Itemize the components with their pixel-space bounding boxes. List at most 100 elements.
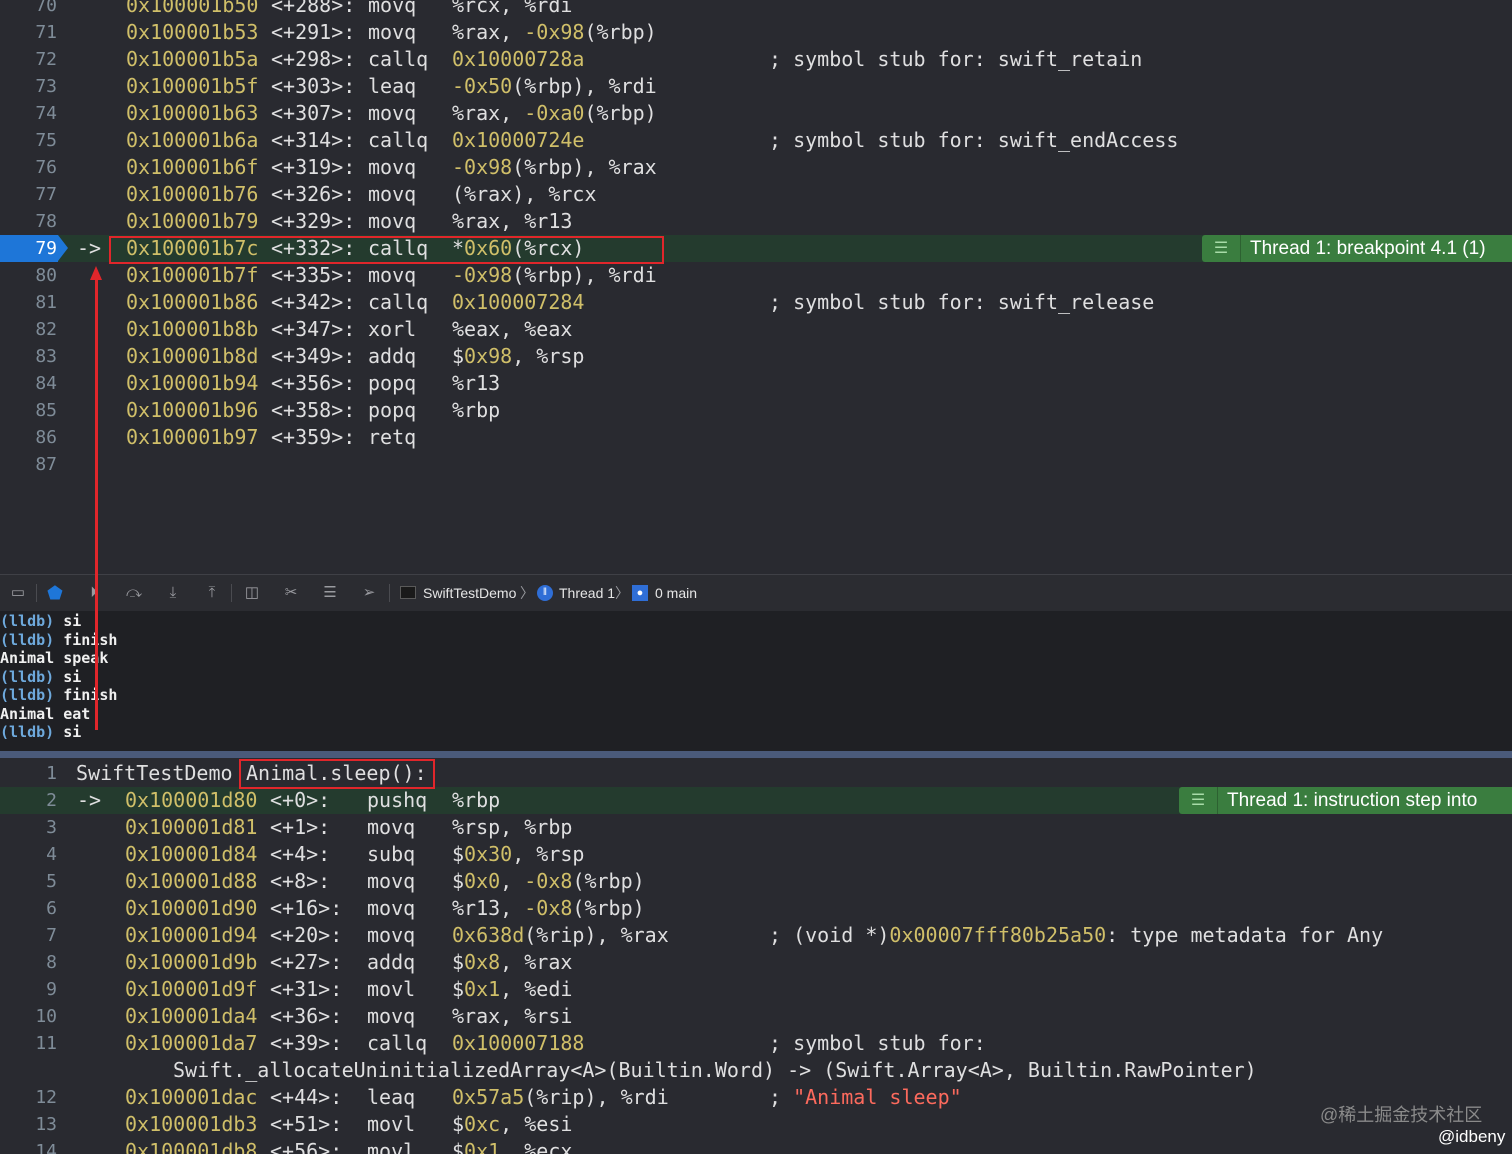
line-number: 12 <box>35 1087 57 1108</box>
instruction-offset: <+51>: <box>270 1112 343 1136</box>
code-line[interactable]: 74 0x100001b63 <+307>: movq %rax, -0xa0(%rbp… <box>0 100 1512 127</box>
instruction-address: 0x100001d9f <box>125 977 258 1001</box>
hide-debug-area-icon[interactable]: ▭ <box>8 584 28 602</box>
annotation-arrow-line <box>95 278 98 730</box>
code-line[interactable]: Swift._allocateUninitializedArray<A>(Bui… <box>0 1057 1512 1084</box>
memory-graph-icon[interactable]: ✂ <box>281 584 301 602</box>
simulate-location-icon[interactable]: ➢ <box>359 584 379 602</box>
status-list-icon[interactable]: ☰ <box>1202 235 1241 262</box>
annotation-box-function-name <box>239 759 435 789</box>
code-line[interactable]: 85 0x100001b96 <+358>: popq %rbp <box>0 397 1512 424</box>
instruction-address: 0x100001d84 <box>125 842 258 866</box>
instruction-operands: %rbp <box>452 787 500 814</box>
instruction-operands: 0x10000724e <box>452 127 584 154</box>
code-line[interactable]: 78 0x100001b79 <+329>: movq %rax, %r13 <box>0 208 1512 235</box>
line-number: 9 <box>46 979 57 1000</box>
code-line[interactable]: 13 0x100001db3 <+51>: movl $0xc, %esi <box>0 1111 1512 1138</box>
breadcrumb-process[interactable]: SwiftTestDemo <box>423 584 516 602</box>
instruction-operands: $0x8, %rax <box>452 949 572 976</box>
status-list-icon[interactable]: ☰ <box>1179 787 1218 814</box>
instruction-mnemonic: movl <box>367 1112 416 1136</box>
instruction-operands-part: 0x30 <box>464 842 513 866</box>
breakpoints-active-icon[interactable]: ⬟ <box>45 584 65 602</box>
instruction-offset: <+4>: <box>270 842 331 866</box>
code-line[interactable]: 4 0x100001d84 <+4>: subq $0x30, %rsp <box>0 841 1512 868</box>
console-prompt: (lldb) <box>0 686 55 704</box>
code-line[interactable]: 3 0x100001d81 <+1>: movq %rsp, %rbp <box>0 814 1512 841</box>
instruction-operands-part: $ <box>452 842 465 866</box>
code-line[interactable]: 70 0x100001b50 <+288>: movq %rcx, %rdi <box>0 0 1512 19</box>
code-line[interactable]: 83 0x100001b8d <+349>: addq $0x98, %rsp <box>0 343 1512 370</box>
code-line[interactable]: 12 0x100001dac <+44>: leaq 0x57a5(%rip), %rd… <box>0 1084 1512 1111</box>
line-number: 74 <box>35 103 57 124</box>
code-line[interactable]: 10 0x100001da4 <+36>: movq %rax, %rsi <box>0 1003 1512 1030</box>
instruction-operands-part: -0x8 <box>524 869 573 893</box>
function-header: 1 SwiftTestDemo Animal.sleep(): <box>0 760 1512 787</box>
step-into-icon[interactable]: ⤓ <box>163 584 183 602</box>
code-line[interactable]: 75 0x100001b6a <+314>: callq 0x10000724e ; sy… <box>0 127 1512 154</box>
view-hierarchy-icon[interactable]: ◫ <box>242 584 262 602</box>
breadcrumb-thread[interactable]: Thread 1 <box>559 584 615 602</box>
instruction-operands-part: %rax, <box>452 20 525 44</box>
code-line[interactable]: 81 0x100001b86 <+342>: callq 0x100007284 ; sy… <box>0 289 1512 316</box>
instruction-comment-part: ; symbol stub for: swift_release <box>769 290 1155 314</box>
code-line[interactable]: 5 0x100001d88 <+8>: movq $0x0, -0x8(%rbp) <box>0 868 1512 895</box>
instruction-offset: <+319>: <box>271 155 356 179</box>
line-number: 76 <box>35 157 57 178</box>
instruction-mnemonic: xorl <box>368 317 417 341</box>
code-line[interactable]: 84 0x100001b94 <+356>: popq %r13 <box>0 370 1512 397</box>
step-over-icon[interactable]: ⤼ <box>124 584 144 602</box>
instruction-operands-part: (%rax), %rcx <box>452 182 597 206</box>
instruction-address: 0x100001db3 <box>125 1112 258 1136</box>
code-line[interactable]: 11 0x100001da7 <+39>: callq 0x100007188 ; sym… <box>0 1030 1512 1057</box>
instruction-address: 0x100001da7 <box>125 1031 258 1055</box>
top-disassembly-pane[interactable]: 70 0x100001b50 <+288>: movq %rcx, %rdi 71 0x10… <box>0 0 1512 574</box>
instruction-operands-part: $ <box>452 1112 465 1136</box>
console-line: Animal eat <box>0 705 90 723</box>
code-line[interactable]: 77 0x100001b76 <+326>: movq (%rax), %rcx <box>0 181 1512 208</box>
breadcrumb-separator: 〉 <box>615 585 629 601</box>
step-status-badge[interactable]: ☰ Thread 1: instruction step into <box>1179 787 1512 814</box>
instruction-operands-part: -0x98 <box>524 20 585 44</box>
code-line[interactable]: 73 0x100001b5f <+303>: leaq -0x50(%rbp), %rd… <box>0 73 1512 100</box>
code-line[interactable]: 71 0x100001b53 <+291>: movq %rax, -0x98(%rbp… <box>0 19 1512 46</box>
toolbar-divider <box>231 584 232 602</box>
instruction-mnemonic: callq <box>368 290 429 314</box>
environment-overrides-icon[interactable]: ☰ <box>320 584 340 602</box>
code-line[interactable]: 76 0x100001b6f <+319>: movq -0x98(%rbp), %ra… <box>0 154 1512 181</box>
instruction-address: 0x100001d94 <box>125 923 258 947</box>
code-line[interactable]: 87 <box>0 451 1512 478</box>
code-line[interactable]: 86 0x100001b97 <+359>: retq <box>0 424 1512 451</box>
breakpoint-status-badge[interactable]: ☰ Thread 1: breakpoint 4.1 (1) <box>1202 235 1512 262</box>
code-line[interactable]: 80 0x100001b7f <+335>: movq -0x98(%rbp), %rd… <box>0 262 1512 289</box>
instruction-mnemonic: pushq <box>367 788 428 812</box>
status-text: Thread 1: instruction step into <box>1227 790 1478 811</box>
instruction-address: 0x100001b8b <box>126 317 259 341</box>
continue-icon[interactable]: ⏵ <box>84 584 104 602</box>
instruction-offset: <+349>: <box>271 344 356 368</box>
step-out-icon[interactable]: ⤒ <box>202 584 222 602</box>
console-text: Animal speak <box>0 649 109 667</box>
bottom-disassembly-pane[interactable]: 1 SwiftTestDemo Animal.sleep(): 2 -> 0x100001… <box>0 758 1512 1154</box>
code-line[interactable]: 9 0x100001d9f <+31>: movl $0x1, %edi <box>0 976 1512 1003</box>
instruction-offset: <+358>: <box>271 398 356 422</box>
code-line[interactable]: 72 0x100001b5a <+298>: callq 0x10000728a ; sy… <box>0 46 1512 73</box>
instruction-operands-part: %r13 <box>452 371 501 395</box>
instruction-mnemonic: movq <box>367 923 416 947</box>
instruction-operands-part: , %rsp <box>512 344 585 368</box>
instruction-address: 0x100001d81 <box>125 815 258 839</box>
code-line[interactable]: 2 -> 0x100001d80 <+0>: pushq %rbp ☰ Thread 1: i… <box>0 787 1512 814</box>
instruction-address: 0x100001b8d <box>126 344 259 368</box>
code-line[interactable]: 8 0x100001d9b <+27>: addq $0x8, %rax <box>0 949 1512 976</box>
pane-divider[interactable] <box>0 751 1512 758</box>
instruction-operands: %rcx, %rdi <box>452 0 572 19</box>
instruction-address: 0x100001b86 <box>126 290 259 314</box>
code-line[interactable]: 7 0x100001d94 <+20>: movq 0x638d(%rip), %rax… <box>0 922 1512 949</box>
breadcrumb-frame[interactable]: 0 main <box>655 584 697 602</box>
code-line[interactable]: 6 0x100001d90 <+16>: movq %r13, -0x8(%rbp) <box>0 895 1512 922</box>
instruction-mnemonic: movq <box>368 155 417 179</box>
instruction-operands-part: , <box>500 869 525 893</box>
code-line[interactable]: 82 0x100001b8b <+347>: xorl %eax, %eax <box>0 316 1512 343</box>
code-line[interactable]: 14 0x100001db8 <+56>: movl $0x1, %ecx <box>0 1138 1512 1154</box>
lldb-console[interactable]: (lldb) si (lldb) finish Animal speak (lldb)… <box>0 611 1512 751</box>
